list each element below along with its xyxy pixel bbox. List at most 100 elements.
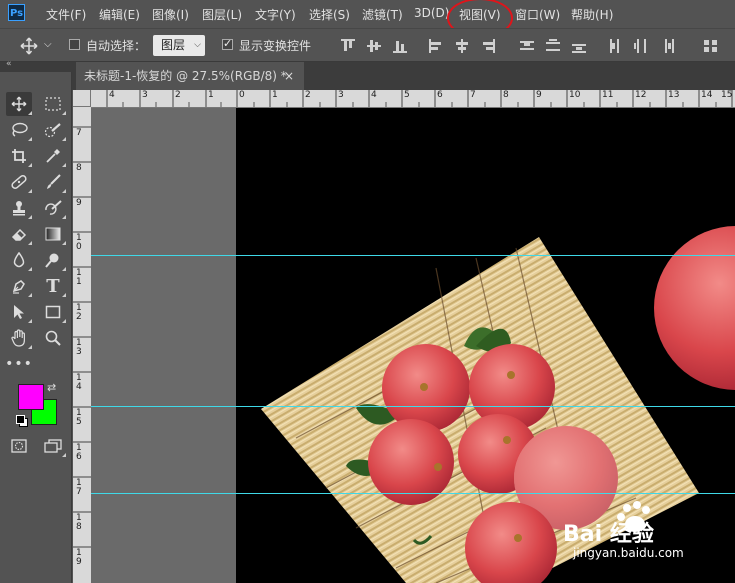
dodge-icon <box>45 253 59 268</box>
vertical-ruler[interactable]: 7 8 9 1 0 1 1 1 2 1 3 1 4 1 5 1 6 1 7 1 … <box>73 107 92 583</box>
align-right-icon[interactable] <box>481 39 495 53</box>
ruler-top-label: 10 <box>569 90 581 100</box>
ruler-left-label: 9 <box>76 198 82 208</box>
clone-stamp-tool-button[interactable] <box>6 196 32 220</box>
lasso-tool-button[interactable] <box>6 118 32 142</box>
menu-window[interactable]: 窗口(W) <box>515 6 560 23</box>
align-bottom-icon[interactable] <box>393 39 407 53</box>
path-selection-tool-button[interactable] <box>6 300 32 324</box>
tools-panel-grip[interactable]: « <box>0 59 72 72</box>
distribute-left-icon[interactable] <box>608 39 622 53</box>
menu-select[interactable]: 选择(S) <box>309 6 350 23</box>
foreground-color-swatch[interactable] <box>18 384 44 410</box>
distribute-top-icon[interactable] <box>520 39 534 53</box>
crop-tool-button[interactable] <box>6 144 32 168</box>
ruler-top-label: 13 <box>668 90 680 100</box>
more-dots-icon: ••• <box>5 356 33 372</box>
type-tool-button[interactable]: T <box>40 274 66 298</box>
menu-image[interactable]: 图像(I) <box>152 6 189 23</box>
close-icon[interactable]: × <box>284 62 294 90</box>
auto-align-layers-icon[interactable] <box>704 39 718 53</box>
ruler-top-label: 1 <box>208 90 214 100</box>
canvas-workspace[interactable]: Bai 经验 jingyan.baidu.com <box>91 108 735 583</box>
align-top-icon[interactable] <box>341 39 355 53</box>
quick-selection-tool-button[interactable] <box>40 118 66 142</box>
healing-brush-tool-button[interactable] <box>6 170 32 194</box>
menu-edit[interactable]: 编辑(E) <box>99 6 140 23</box>
horizontal-ruler[interactable]: 4 3 2 1 0 1 2 3 4 5 6 7 8 9 10 11 12 13 … <box>91 90 735 108</box>
screen-mode-button[interactable] <box>40 434 66 458</box>
ruler-origin[interactable] <box>73 90 91 107</box>
menu-layer[interactable]: 图层(L) <box>202 6 242 23</box>
ruler-left-label: 7 <box>76 128 82 138</box>
auto-select-label: 自动选择： <box>86 39 147 53</box>
watermark-brand: Bai 经验 <box>563 522 654 547</box>
ruler-top-label: 4 <box>109 90 115 100</box>
ruler-left-label: 1 3 <box>76 338 82 357</box>
arrow-pointer-icon <box>14 305 24 319</box>
align-horizontal-center-icon[interactable] <box>455 39 469 53</box>
tool-preset-chevron-icon[interactable]: ⌵ <box>44 39 52 50</box>
photoshop-logo: Ps <box>8 4 25 21</box>
history-brush-tool-button[interactable] <box>40 196 66 220</box>
hand-tool-button[interactable] <box>6 326 32 350</box>
auto-select-target-dropdown[interactable]: 图层 ⌵ <box>153 35 205 56</box>
ruler-left-label: 1 0 <box>76 233 82 252</box>
distribute-bottom-icon[interactable] <box>572 39 586 53</box>
show-transform-checkbox[interactable] <box>222 37 233 50</box>
ruler-top-label: 8 <box>503 90 509 100</box>
chevron-down-icon: ⌵ <box>194 40 201 50</box>
move-icon <box>11 96 27 112</box>
menu-filter[interactable]: 滤镜(T) <box>362 6 403 23</box>
quick-mask-button[interactable] <box>6 434 32 458</box>
screen-mode-icon <box>44 439 62 453</box>
magnifier-icon <box>45 330 61 346</box>
brush-tool-button[interactable] <box>40 170 66 194</box>
default-colors-icon[interactable] <box>16 415 28 427</box>
ruler-top-label: 3 <box>338 90 344 100</box>
watermark-url: jingyan.baidu.com <box>573 546 684 560</box>
ruler-left-label: 1 9 <box>76 548 82 567</box>
rectangle-marquee-icon <box>45 97 61 111</box>
swap-colors-icon[interactable]: ⇄ <box>47 381 56 394</box>
document-tab-title: 未标题-1-恢复的 @ 27.5%(RGB/8) * <box>84 69 287 83</box>
quick-selection-brush-icon <box>44 123 61 138</box>
marquee-tool-button[interactable] <box>40 92 66 116</box>
crop-icon <box>12 149 26 163</box>
distribute-horizontal-center-icon[interactable] <box>634 39 648 53</box>
edit-toolbar-button[interactable]: ••• <box>5 352 33 376</box>
menu-file[interactable]: 文件(F) <box>46 6 86 23</box>
document-tab[interactable]: 未标题-1-恢复的 @ 27.5%(RGB/8) * × <box>76 62 304 90</box>
eyedropper-tool-button[interactable] <box>40 144 66 168</box>
menu-3d[interactable]: 3D(D) <box>414 6 449 20</box>
distribute-vertical-center-icon[interactable] <box>546 39 560 53</box>
auto-select-checkbox[interactable] <box>69 39 80 50</box>
blur-tool-button[interactable] <box>6 248 32 272</box>
horizontal-guide-line[interactable] <box>91 406 735 407</box>
bandage-icon <box>11 175 27 189</box>
ruler-left-label: 8 <box>76 163 82 173</box>
move-tool-button[interactable] <box>6 92 32 116</box>
align-vertical-center-icon[interactable] <box>367 39 381 53</box>
pen-tool-button[interactable] <box>6 274 32 298</box>
align-left-icon[interactable] <box>429 39 443 53</box>
collapse-panel-icon[interactable]: « <box>6 59 12 69</box>
menu-bar: Ps 文件(F) 编辑(E) 图像(I) 图层(L) 文字(Y) 选择(S) 滤… <box>0 0 735 38</box>
eraser-tool-button[interactable] <box>6 222 32 246</box>
ruler-top-label: 0 <box>239 90 245 100</box>
ruler-left-label: 1 8 <box>76 513 82 532</box>
move-tool-icon[interactable] <box>20 37 38 55</box>
hand-icon <box>11 329 25 347</box>
distribute-right-icon[interactable] <box>660 39 674 53</box>
baidu-jingyan-watermark: Bai 经验 jingyan.baidu.com <box>563 498 733 580</box>
pen-nib-icon <box>12 280 25 294</box>
menu-type[interactable]: 文字(Y) <box>255 6 296 23</box>
ruler-top-label: 14 <box>701 90 713 100</box>
dodge-tool-button[interactable] <box>40 248 66 272</box>
rectangle-tool-button[interactable] <box>40 300 66 324</box>
gradient-tool-button[interactable] <box>40 222 66 246</box>
zoom-tool-button[interactable] <box>40 326 66 350</box>
horizontal-guide-line[interactable] <box>91 255 735 256</box>
menu-help[interactable]: 帮助(H) <box>571 6 613 23</box>
horizontal-guide-line[interactable] <box>91 493 735 494</box>
